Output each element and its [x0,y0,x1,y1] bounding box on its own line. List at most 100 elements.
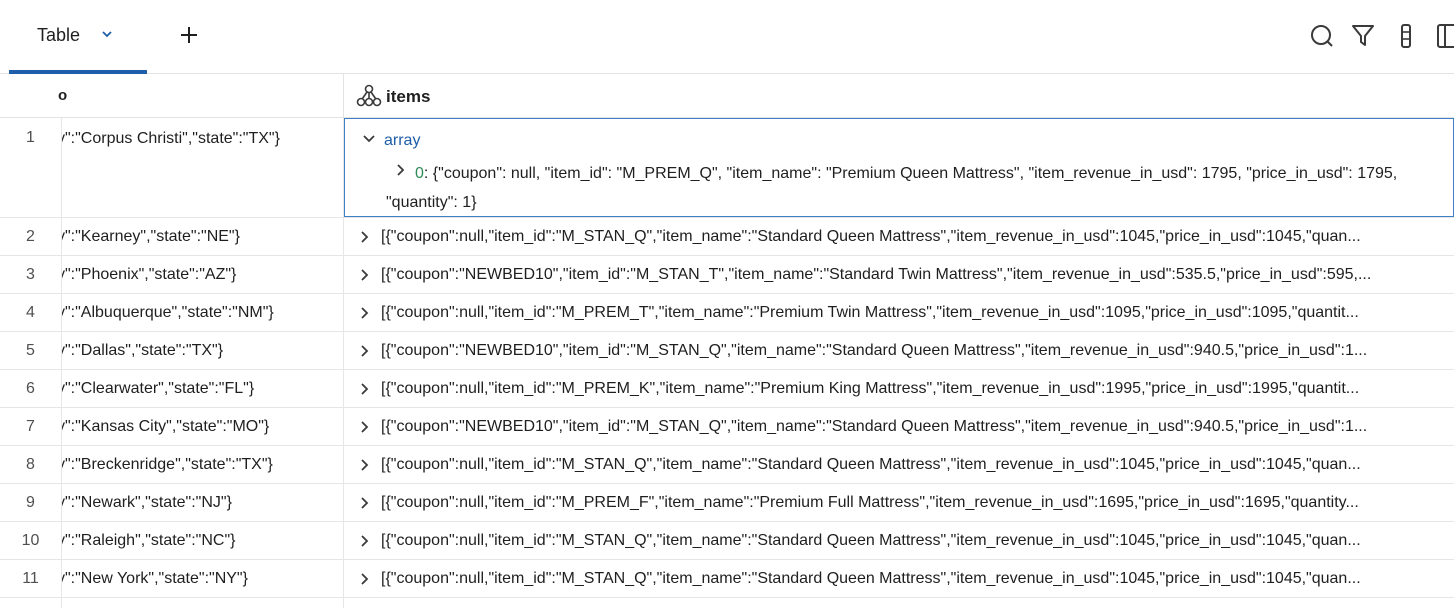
table-row: 4 y":"Albuquerque","state":"NM"} [{"coupon… [0,294,1454,332]
items-cell[interactable]: [{"coupon":null,"item_id":"M_PREM_F","it… [344,484,1454,521]
items-cell[interactable]: [{"coupon":null,"item_id":"M_STAN_Q","it… [344,560,1454,597]
row-number: 11 [0,560,62,597]
table-row: 11 y":"New York","state":"NY"} [{"coupon":… [0,560,1454,598]
address-cell[interactable]: y":"Dallas","state":"TX"} [62,332,344,369]
address-cell-text: y":"Breckenridge","state":"TX"} [62,456,273,473]
chevron-right-icon[interactable] [359,344,371,358]
address-cell-text: y":"Kearney","state":"NE"} [62,228,240,245]
tab-label: Table [37,25,81,45]
row-number: 5 [0,332,62,369]
column-header-items[interactable]: items [344,74,1454,117]
column-header-row: o items [0,74,1454,118]
struct-type-icon [356,84,382,107]
items-header-label: items [386,87,431,106]
address-cell-text: y":"Kansas City","state":"MO"} [62,418,270,435]
filter-icon[interactable] [1351,23,1375,49]
chevron-right-icon[interactable] [359,382,371,396]
chevron-down-icon[interactable] [362,133,376,145]
row-number: 10 [0,522,62,559]
row-number: 7 [0,408,62,445]
chevron-right-icon[interactable] [359,534,371,548]
address-cell[interactable]: y":"Albuquerque","state":"NM"} [62,294,344,331]
items-cell[interactable]: [{"coupon":"NEWBED10","item_id":"M_STAN_… [344,256,1454,293]
items-cell[interactable]: [{"coupon":null,"item_id":"M_STAN_T","it… [344,598,1454,608]
address-cell-text: y":"Dallas","state":"TX"} [62,342,224,359]
table-body: 1 y":"Corpus Christi","state":"TX"} arra… [0,118,1454,608]
row-number: 9 [0,484,62,521]
items-cell-text: [{"coupon":"NEWBED10","item_id":"M_STAN_… [381,266,1372,283]
address-cell[interactable]: y":"Simpsonville","state":"SC"} [62,598,344,608]
row-number: 12 [0,598,62,608]
search-icon[interactable] [1310,23,1334,49]
table-row: 10 y":"Raleigh","state":"NC"} [{"coupon":n… [0,522,1454,560]
table-rows: 2 y":"Kearney","state":"NE"} [{"coupon":nu… [0,218,1454,608]
columns-icon[interactable] [1394,23,1418,49]
items-cell[interactable]: [{"coupon":null,"item_id":"M_STAN_Q","it… [344,446,1454,483]
address-cell[interactable]: y":"Kearney","state":"NE"} [62,218,344,255]
items-cell-text: [{"coupon":"NEWBED10","item_id":"M_STAN_… [381,342,1368,359]
chevron-right-icon[interactable] [359,458,371,472]
chevron-right-icon[interactable] [359,306,371,320]
address-cell-text: y":"Phoenix","state":"AZ"} [62,266,237,283]
panel-icon[interactable] [1436,23,1454,49]
array-element-value: : {"coupon": null, "item_id": "M_PREM_Q"… [386,165,1398,211]
plus-icon[interactable] [178,24,200,46]
items-cell[interactable]: [{"coupon":null,"item_id":"M_PREM_T","it… [344,294,1454,331]
items-cell[interactable]: [{"coupon":null,"item_id":"M_STAN_Q","it… [344,522,1454,559]
address-cell[interactable]: y":"Clearwater","state":"FL"} [62,370,344,407]
chevron-down-icon[interactable] [100,27,114,41]
items-cell-text: [{"coupon":null,"item_id":"M_PREM_F","it… [381,494,1359,511]
tab-table[interactable]: Table [9,0,147,74]
row-number: 4 [0,294,62,331]
row-number: 1 [0,118,62,217]
chevron-right-icon[interactable] [359,572,371,586]
items-cell-text: [{"coupon":null,"item_id":"M_STAN_Q","it… [381,570,1361,587]
table-row: 5 y":"Dallas","state":"TX"} [{"coupon":"NE… [0,332,1454,370]
array-index: 0 [415,165,424,182]
row-number: 3 [0,256,62,293]
items-cell[interactable]: [{"coupon":null,"item_id":"M_STAN_Q","it… [344,218,1454,255]
array-type-label: array [384,132,421,149]
table-row: 3 y":"Phoenix","state":"AZ"} [{"coupon":"N… [0,256,1454,294]
address-cell-text: y":"Clearwater","state":"FL"} [62,380,255,397]
column-header-address[interactable]: o [0,74,344,117]
items-cell-text: [{"coupon":null,"item_id":"M_STAN_Q","it… [381,532,1361,549]
table-row: 9 y":"Newark","state":"NJ"} [{"coupon":nul… [0,484,1454,522]
table-row: 7 y":"Kansas City","state":"MO"} [{"coupon… [0,408,1454,446]
items-cell-expanded[interactable]: array 0: {"coupon": null, "item_id": "M_… [344,118,1454,217]
array-element-0: 0: {"coupon": null, "item_id": "M_PREM_Q… [386,159,1446,216]
items-cell[interactable]: [{"coupon":null,"item_id":"M_PREM_K","it… [344,370,1454,407]
address-cell-text: y":"New York","state":"NY"} [62,570,248,587]
items-cell-text: [{"coupon":null,"item_id":"M_STAN_Q","it… [381,456,1361,473]
address-cell[interactable]: y":"Corpus Christi","state":"TX"} [62,118,344,217]
chevron-right-icon[interactable] [359,496,371,510]
address-cell[interactable]: y":"Phoenix","state":"AZ"} [62,256,344,293]
column-header-fragment: o [58,87,68,104]
address-cell[interactable]: y":"Raleigh","state":"NC"} [62,522,344,559]
row-number: 2 [0,218,62,255]
address-cell-text: y":"Albuquerque","state":"NM"} [62,304,274,321]
address-cell[interactable]: y":"Kansas City","state":"MO"} [62,408,344,445]
toolbar: Table [0,0,1454,74]
table-row: 6 y":"Clearwater","state":"FL"} [{"coupon"… [0,370,1454,408]
address-cell-text: y":"Newark","state":"NJ"} [62,494,232,511]
table-row: 2 y":"Kearney","state":"NE"} [{"coupon":nu… [0,218,1454,256]
chevron-right-icon[interactable] [359,420,371,434]
items-cell-text: [{"coupon":null,"item_id":"M_STAN_Q","it… [381,228,1361,245]
items-cell-text: [{"coupon":null,"item_id":"M_PREM_T","it… [381,304,1359,321]
address-cell[interactable]: y":"Newark","state":"NJ"} [62,484,344,521]
row-number: 6 [0,370,62,407]
items-cell-text: [{"coupon":null,"item_id":"M_STAN_T","it… [381,598,1454,608]
items-cell-text: [{"coupon":"NEWBED10","item_id":"M_STAN_… [381,418,1368,435]
items-cell-text: [{"coupon":null,"item_id":"M_PREM_K","it… [381,380,1360,397]
address-cell[interactable]: y":"Breckenridge","state":"TX"} [62,446,344,483]
table-row: 8 y":"Breckenridge","state":"TX"} [{"coupo… [0,446,1454,484]
items-cell[interactable]: [{"coupon":"NEWBED10","item_id":"M_STAN_… [344,332,1454,369]
chevron-right-icon[interactable] [359,268,371,282]
address-cell[interactable]: y":"New York","state":"NY"} [62,560,344,597]
table-row: 1 y":"Corpus Christi","state":"TX"} arra… [0,118,1454,218]
address-cell-text: y":"Raleigh","state":"NC"} [62,532,236,549]
table-row: 12y":"Simpsonville","state":"SC"} [{"coup… [0,598,1454,608]
items-cell[interactable]: [{"coupon":"NEWBED10","item_id":"M_STAN_… [344,408,1454,445]
chevron-right-icon[interactable] [359,230,371,244]
